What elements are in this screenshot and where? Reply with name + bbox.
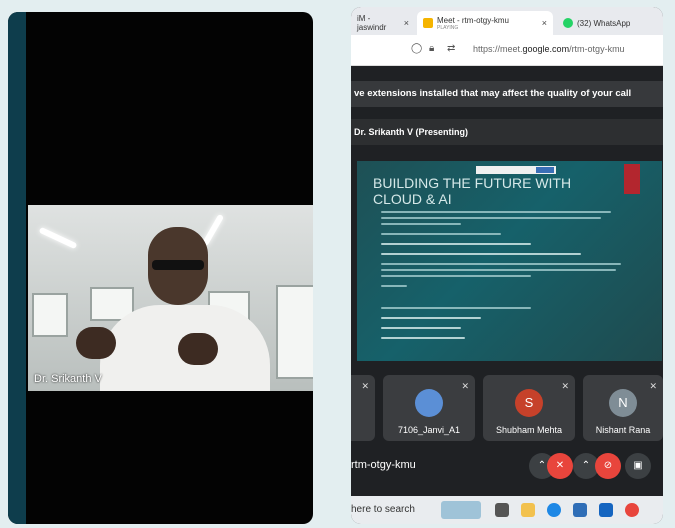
tab-label: Meet - rtm-otgy-kmu <box>437 15 510 25</box>
participant-name: Shubham Mehta <box>495 425 563 435</box>
windows-taskbar: here to search <box>351 496 663 524</box>
lock-icon: 🔒︎ <box>429 43 435 54</box>
avatar <box>415 389 443 417</box>
window-edge <box>8 12 26 524</box>
store-icon[interactable] <box>573 503 587 517</box>
slide-text-line <box>381 233 501 235</box>
shared-slide: BUILDING THE FUTURE WITH CLOUD & AI <box>357 161 662 361</box>
extension-warning-banner: ve extensions installed that may affect … <box>351 81 663 107</box>
mic-off-button[interactable]: ✕ <box>547 453 573 479</box>
window <box>32 293 68 337</box>
slide-text-line <box>381 263 621 265</box>
avatar: N <box>609 389 637 417</box>
firefox-icon[interactable] <box>625 503 639 517</box>
tab-gmail[interactable]: iM - jaswindr × <box>351 11 415 35</box>
tab-whatsapp[interactable]: (32) WhatsApp <box>557 11 657 35</box>
glasses <box>152 260 204 270</box>
hand <box>178 333 218 365</box>
participant-tile[interactable]: ✕ S Shubham Mehta <box>483 375 575 441</box>
slide-text-line <box>381 327 461 329</box>
slide-accent <box>624 164 640 194</box>
mic-off-icon: ✕ <box>361 381 369 391</box>
search-highlight-icon[interactable] <box>441 501 481 519</box>
slide-text-line <box>381 223 461 225</box>
tab-label: iM - jaswindr <box>357 14 387 32</box>
meeting-code: rtm-otgy-kmu <box>351 459 416 471</box>
close-icon[interactable]: × <box>542 18 547 28</box>
mail-icon[interactable] <box>599 503 613 517</box>
file-explorer-icon[interactable] <box>521 503 535 517</box>
participant-name: Dr. Srikanth V <box>34 373 102 385</box>
participant-name: Nishant Rana <box>595 425 651 435</box>
close-icon[interactable]: × <box>404 18 409 28</box>
slide-text-line <box>381 243 531 245</box>
tab-bar: iM - jaswindr × Meet - rtm-otgy-kmu PLAYI… <box>351 7 663 35</box>
slide-text-line <box>381 307 531 309</box>
url-text: https://meet.google.com/rtm-otgy-kmu <box>473 44 625 54</box>
slide-text-line <box>381 275 531 277</box>
slide-text-line <box>381 253 581 255</box>
avatar: S <box>515 389 543 417</box>
edge-icon[interactable] <box>547 503 561 517</box>
presenting-label: Dr. Srikanth V (Presenting) <box>351 119 663 145</box>
task-view-icon[interactable] <box>495 503 509 517</box>
participant-name: 7106_Janvi_A1 <box>397 425 461 435</box>
participant-tiles: ✕ ✕ 7106_Janvi_A1 ✕ S Shubham Mehta ✕ N … <box>351 375 663 441</box>
mic-off-icon: ✕ <box>461 381 469 391</box>
camera-off-button[interactable]: ⊘ <box>595 453 621 479</box>
permissions-icon: ⇄ <box>447 43 456 54</box>
slide-text-line <box>381 285 407 287</box>
tab-label: (32) WhatsApp <box>577 18 631 28</box>
meet-icon <box>423 18 433 28</box>
slide-text-line <box>381 317 481 319</box>
tab-status: PLAYING <box>437 24 459 31</box>
presenter-video-panel: Dr. Srikanth V <box>8 12 313 524</box>
window <box>276 285 313 379</box>
slide-text-line <box>381 337 465 339</box>
camera-feed: Dr. Srikanth V <box>28 205 313 391</box>
mic-off-icon: ✕ <box>561 381 569 391</box>
hand <box>76 327 116 359</box>
shield-icon: ◯ <box>411 43 423 54</box>
captions-button[interactable]: ▣ <box>625 453 651 479</box>
slide-title: BUILDING THE FUTURE WITH CLOUD & AI <box>373 175 572 207</box>
slide-toolbar <box>476 166 556 174</box>
slide-text-line <box>381 211 611 213</box>
browser-window: iM - jaswindr × Meet - rtm-otgy-kmu PLAYI… <box>351 7 663 524</box>
slide-text-line <box>381 217 601 219</box>
participant-tile[interactable]: ✕ 7106_Janvi_A1 <box>383 375 475 441</box>
whatsapp-icon <box>563 18 573 28</box>
address-bar[interactable]: ◯ 🔒︎ ⇄ https://meet.google.com/rtm-otgy-… <box>351 35 663 66</box>
slide-text-line <box>381 269 616 271</box>
participant-tile[interactable]: ✕ <box>351 375 375 441</box>
participant-tile[interactable]: ✕ N Nishant Rana <box>583 375 663 441</box>
mic-off-icon: ✕ <box>649 381 657 391</box>
taskbar-search[interactable]: here to search <box>351 504 415 515</box>
tab-meet[interactable]: Meet - rtm-otgy-kmu PLAYING × <box>417 11 553 35</box>
